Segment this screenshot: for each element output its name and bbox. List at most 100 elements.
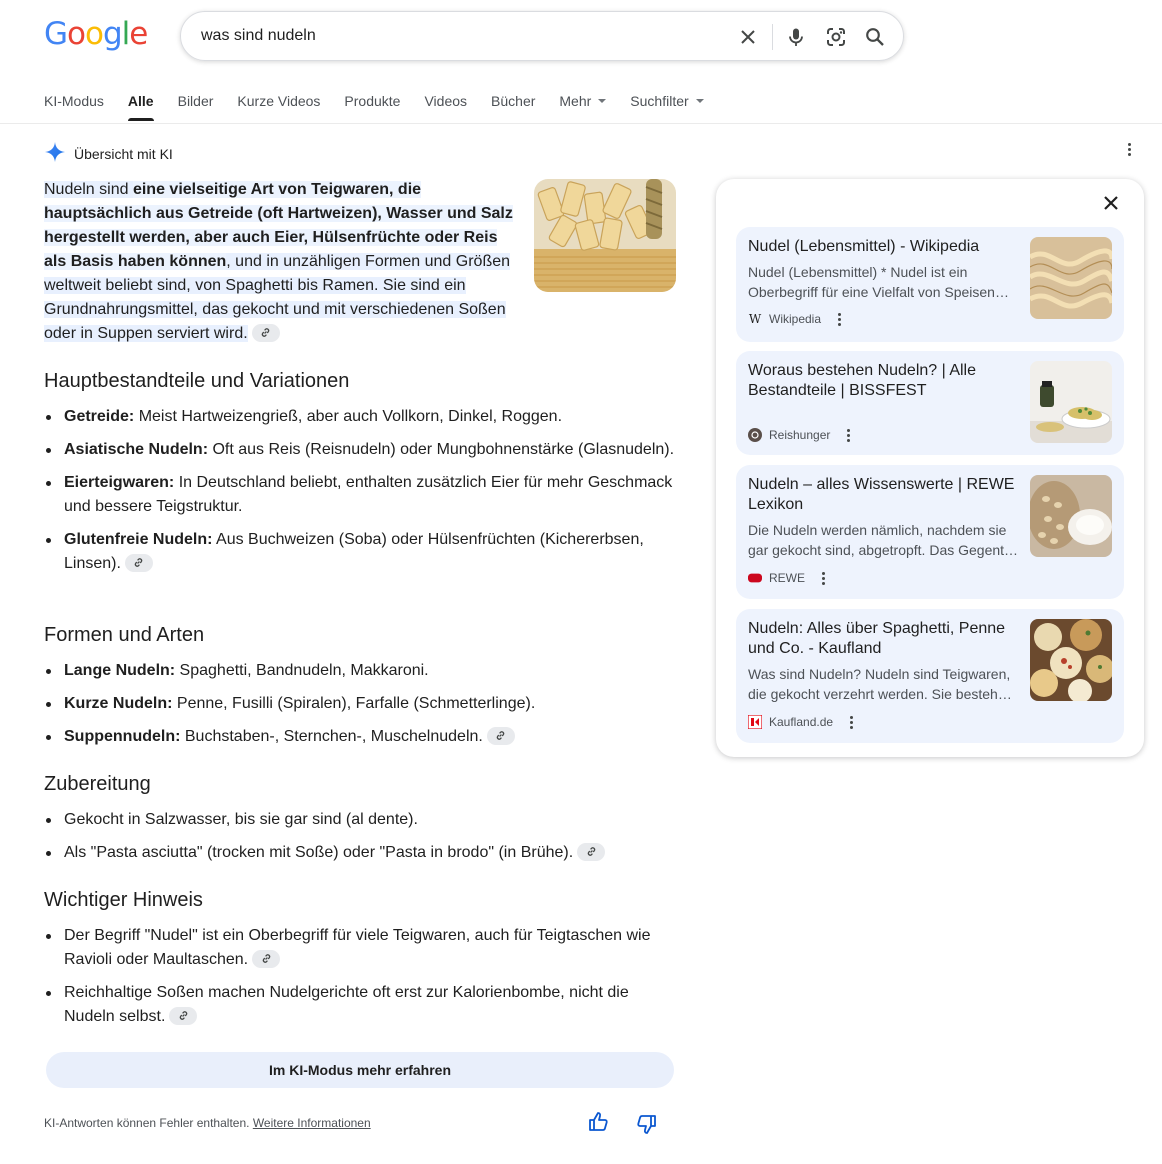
- note-list: Der Begriff "Nudel" ist ein Oberbegriff …: [44, 924, 676, 1038]
- more-options-icon[interactable]: [837, 312, 841, 326]
- more-info-link[interactable]: Weitere Informationen: [253, 1116, 371, 1130]
- item-label: Suppennudeln:: [64, 728, 181, 745]
- clear-icon[interactable]: [736, 25, 760, 49]
- list-item: Der Begriff "Nudel" ist ein Oberbegriff …: [44, 924, 676, 972]
- lens-camera-icon[interactable]: [824, 25, 848, 49]
- more-options-icon[interactable]: [846, 428, 850, 442]
- tab-ki-modus[interactable]: KI-Modus: [44, 93, 104, 125]
- list-item: Asiatische Nudeln: Oft aus Reis (Reisnud…: [44, 438, 676, 462]
- source-snippet: Was sind Nudeln? Nudeln sind Teigwaren, …: [748, 666, 1012, 702]
- logo-letter: o: [67, 16, 86, 52]
- source-link-icon[interactable]: [169, 1006, 198, 1025]
- source-link-icon[interactable]: [124, 553, 153, 572]
- source-link-icon[interactable]: [486, 726, 515, 745]
- source-title[interactable]: Nudeln: Alles über Spaghetti, Penne und …: [748, 619, 1016, 659]
- source-site-name: Reishunger: [769, 428, 831, 442]
- source-card[interactable]: Nudel (Lebensmittel) - Wikipedia Nudel (…: [736, 227, 1124, 342]
- logo-letter: e: [129, 16, 148, 52]
- tabs-divider: [0, 123, 1162, 124]
- item-text: Spaghetti, Bandnudeln, Makkaroni.: [175, 662, 429, 679]
- preparation-list: Gekocht in Salzwasser, bis sie gar sind …: [44, 808, 676, 874]
- rewe-icon: [748, 571, 762, 585]
- pasta-image[interactable]: [534, 179, 676, 292]
- source-site[interactable]: Reishunger: [748, 428, 850, 442]
- source-snippet: Die Nudeln werden nämlich, nachdem sie g…: [748, 522, 1019, 558]
- source-site[interactable]: W Wikipedia: [748, 312, 841, 326]
- chevron-down-icon: [598, 99, 607, 104]
- more-options-icon[interactable]: [1127, 143, 1131, 156]
- search-box[interactable]: was sind nudeln: [180, 11, 904, 61]
- source-site-name: Wikipedia: [769, 312, 822, 326]
- source-title[interactable]: Nudeln – alles Wissenswerte | REWE Lexik…: [748, 475, 1016, 515]
- list-item: Suppennudeln: Buchstaben-, Sternchen-, M…: [44, 725, 676, 749]
- item-text: Oft aus Reis (Reisnudeln) oder Mungbohne…: [208, 441, 675, 458]
- search-tabs: KI-Modus Alle Bilder Kurze Videos Produk…: [44, 93, 728, 125]
- list-item: Gekocht in Salzwasser, bis sie gar sind …: [44, 808, 676, 832]
- item-text: Penne, Fusilli (Spiralen), Farfalle (Sch…: [172, 695, 536, 712]
- source-card[interactable]: Nudeln: Alles über Spaghetti, Penne und …: [736, 609, 1124, 743]
- source-title[interactable]: Nudel (Lebensmittel) - Wikipedia: [748, 237, 1016, 257]
- reishunger-icon: [748, 428, 762, 442]
- item-text: Buchstaben-, Sternchen-, Muschelnudeln.: [180, 728, 483, 745]
- tab-produkte[interactable]: Produkte: [344, 93, 400, 125]
- source-thumbnail: [1030, 619, 1112, 701]
- disclaimer-text: KI-Antworten können Fehler enthalten.: [44, 1116, 250, 1130]
- list-item: Getreide: Meist Hartweizengrieß, aber au…: [44, 405, 676, 429]
- ai-overview-header: Übersicht mit KI: [44, 141, 173, 166]
- source-snippet: Nudel (Lebensmittel) * Nudel ist ein Obe…: [748, 264, 1009, 300]
- source-thumbnail: [1030, 237, 1112, 319]
- source-card[interactable]: Nudeln – alles Wissenswerte | REWE Lexik…: [736, 465, 1124, 599]
- ai-overview-intro: Nudeln sind eine vielseitige Art von Tei…: [44, 178, 522, 346]
- source-thumbnail: [1030, 361, 1112, 443]
- google-logo[interactable]: Google: [44, 16, 148, 52]
- list-item: Als "Pasta asciutta" (trocken mit Soße) …: [44, 841, 676, 865]
- item-label: Asiatische Nudeln:: [64, 441, 209, 458]
- item-text: Der Begriff "Nudel" ist ein Oberbegriff …: [64, 927, 651, 968]
- source-link-icon[interactable]: [252, 949, 281, 968]
- source-site-name: Kaufland.de: [769, 715, 834, 729]
- list-item: Lange Nudeln: Spaghetti, Bandnudeln, Mak…: [44, 659, 676, 683]
- source-site[interactable]: Kaufland.de: [748, 715, 853, 729]
- tab-videos[interactable]: Videos: [424, 93, 467, 125]
- source-title[interactable]: Woraus bestehen Nudeln? | Alle Bestandte…: [748, 361, 1016, 401]
- search-input[interactable]: was sind nudeln: [201, 27, 316, 45]
- search-icon[interactable]: [863, 25, 887, 49]
- sources-panel: Nudel (Lebensmittel) - Wikipedia Nudel (…: [716, 179, 1144, 757]
- ai-overview-title: Übersicht mit KI: [74, 145, 173, 162]
- tab-buecher[interactable]: Bücher: [491, 93, 535, 125]
- tab-bilder[interactable]: Bilder: [178, 93, 214, 125]
- tab-suchfilter[interactable]: Suchfilter: [630, 93, 704, 125]
- tab-suchfilter-label: Suchfilter: [630, 93, 689, 109]
- ai-sparkle-icon: [44, 141, 66, 166]
- section-heading: Wichtiger Hinweis: [44, 889, 203, 911]
- section-heading: Zubereitung: [44, 773, 151, 795]
- thumbs-down-icon[interactable]: [635, 1114, 657, 1139]
- search-divider: [772, 24, 773, 50]
- tab-kurze-videos[interactable]: Kurze Videos: [237, 93, 320, 125]
- item-text: Als "Pasta asciutta" (trocken mit Soße) …: [64, 844, 574, 861]
- ai-mode-button[interactable]: Im KI-Modus mehr erfahren: [46, 1052, 674, 1088]
- item-label: Glutenfreie Nudeln:: [64, 531, 213, 548]
- source-site[interactable]: REWE: [748, 571, 825, 585]
- tab-alle[interactable]: Alle: [127, 93, 154, 125]
- source-link-icon[interactable]: [251, 323, 280, 342]
- more-options-icon[interactable]: [849, 715, 853, 729]
- list-item: Kurze Nudeln: Penne, Fusilli (Spiralen),…: [44, 692, 676, 716]
- source-site-name: REWE: [769, 571, 805, 585]
- intro-lead: Nudeln sind: [44, 181, 133, 198]
- source-card[interactable]: Woraus bestehen Nudeln? | Alle Bestandte…: [736, 351, 1124, 455]
- item-text: Gekocht in Salzwasser, bis sie gar sind …: [64, 811, 418, 828]
- more-options-icon[interactable]: [821, 571, 825, 585]
- source-link-icon[interactable]: [577, 842, 606, 861]
- tab-mehr[interactable]: Mehr: [559, 93, 607, 125]
- list-item: Glutenfreie Nudeln: Aus Buchweizen (Soba…: [44, 528, 676, 576]
- logo-letter: o: [85, 16, 104, 52]
- item-text: Meist Hartweizengrieß, aber auch Vollkor…: [134, 408, 563, 425]
- source-thumbnail: [1030, 475, 1112, 557]
- item-label: Lange Nudeln:: [64, 662, 176, 679]
- thumbs-up-icon[interactable]: [588, 1112, 610, 1137]
- item-label: Kurze Nudeln:: [64, 695, 173, 712]
- logo-letter: g: [102, 16, 123, 52]
- microphone-icon[interactable]: [784, 25, 808, 49]
- close-icon[interactable]: [1103, 195, 1119, 216]
